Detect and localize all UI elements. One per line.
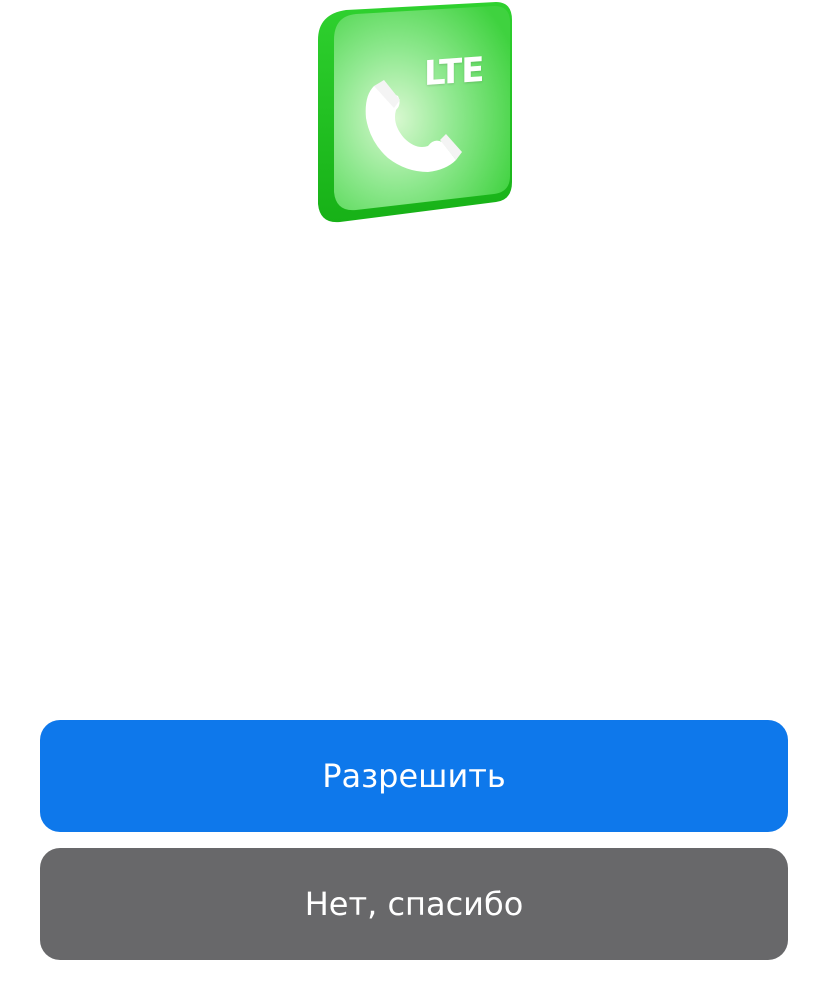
permission-screen: LTE Разрешить Нет, спасибо (0, 0, 828, 1000)
allow-button-label: Разрешить (322, 757, 506, 795)
decline-button-label: Нет, спасибо (304, 885, 524, 923)
allow-button[interactable]: Разрешить (40, 720, 788, 832)
lte-badge: LTE (424, 49, 484, 95)
decline-button[interactable]: Нет, спасибо (40, 848, 788, 960)
lte-call-icon: LTE (306, 0, 522, 230)
